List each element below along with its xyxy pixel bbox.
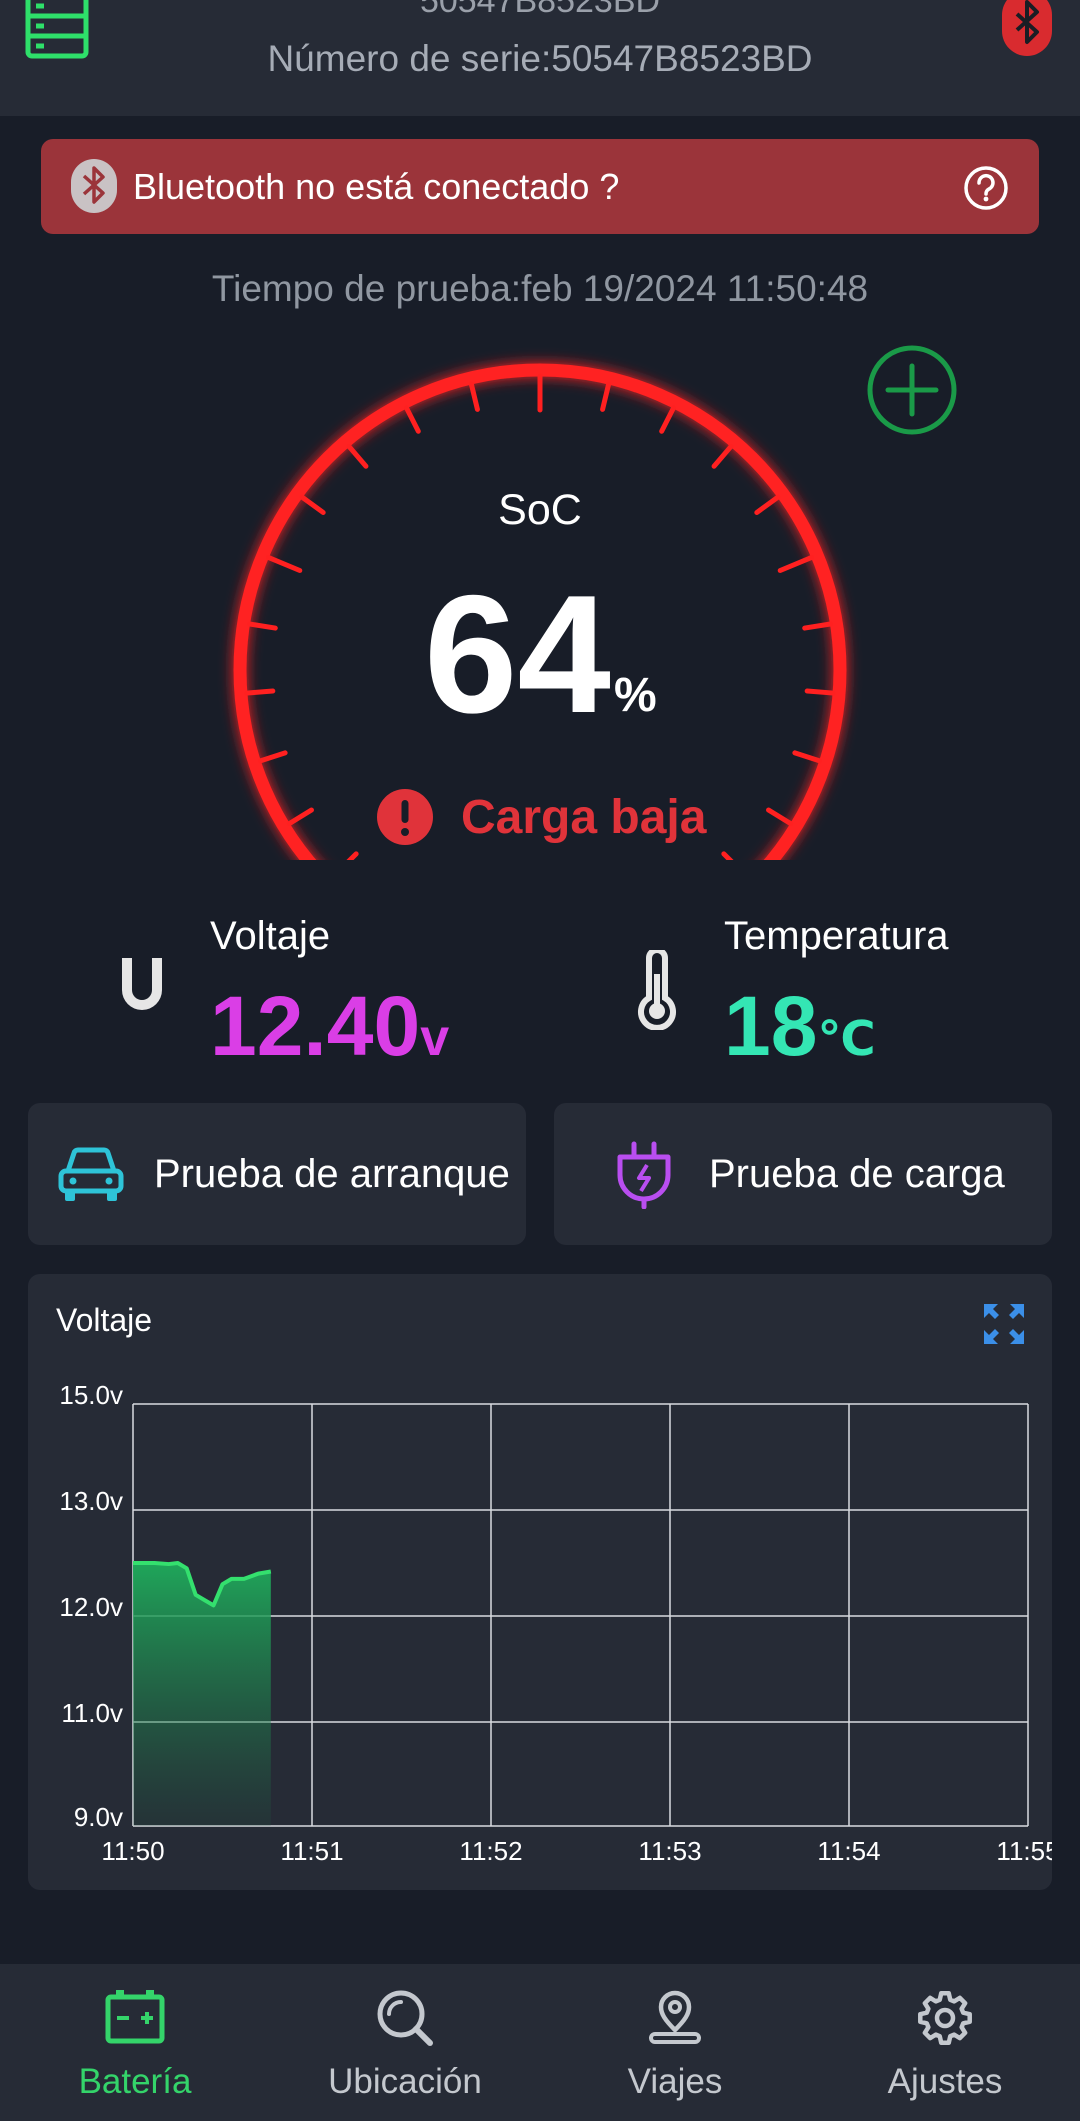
gauge-tick: [257, 750, 288, 764]
x-tick-label: 11:51: [280, 1836, 343, 1866]
temperature-number: 18: [724, 979, 818, 1073]
gauge-tick: [600, 381, 612, 412]
soc-status: Carga baja: [461, 791, 707, 844]
x-tick-label: 11:55: [996, 1836, 1052, 1866]
bluetooth-icon: [71, 159, 117, 213]
voltage-chart-card: 15.0v 13.0v 12.0v 11.0v 9.0v 11:50 11:51 11:52 1…: [28, 1274, 1052, 1890]
soc-unit: %: [614, 669, 657, 722]
bluetooth-icon[interactable]: [1000, 0, 1054, 58]
expand-icon[interactable]: [982, 1302, 1026, 1346]
x-tick-label: 11:50: [101, 1836, 164, 1866]
nav-location-label: Ubicación: [328, 2062, 482, 2101]
gauge-tick: [721, 851, 734, 860]
gauge-tick: [286, 807, 314, 827]
nav-settings-label: Ajustes: [887, 2062, 1003, 2101]
gauge-tick: [766, 807, 794, 827]
charge-test-button[interactable]: Prueba de carga: [554, 1103, 1052, 1245]
gear-icon: [918, 1991, 972, 2045]
help-icon[interactable]: [963, 165, 1009, 211]
voltage-icon: [122, 958, 162, 1010]
gauge-tick: [346, 851, 359, 860]
x-tick-label: 11:52: [459, 1836, 522, 1866]
test-time: Tiempo de prueba:feb 19/2024 11:50:48: [211, 268, 869, 309]
gauge-tick: [659, 405, 676, 434]
y-tick-label: 12.0v: [59, 1592, 123, 1622]
temperature-unit: ℃: [817, 1013, 876, 1066]
app-header: 50547B8523BD Número de serie:50547B8523B…: [0, 0, 1080, 116]
gauge-tick: [404, 405, 421, 434]
voltage-value: 12.40v: [210, 978, 449, 1075]
voltage-chart: 15.0v 13.0v 12.0v 11.0v 9.0v 11:50 11:51 11:52 1…: [59, 1380, 1052, 1866]
nav-settings[interactable]: Ajustes: [810, 1964, 1080, 2121]
voltage-unit: v: [420, 1009, 450, 1067]
y-tick-label: 15.0v: [59, 1380, 123, 1410]
device-name[interactable]: 50547B8523BD: [0, 0, 1080, 21]
voltage-number: 12.40: [210, 979, 421, 1073]
y-tick-label: 11.0v: [61, 1698, 123, 1728]
bottom-navigation: Batería Ubicación Viajes Ajustes: [0, 1964, 1080, 2121]
charge-test-label: Prueba de carga: [709, 1152, 1005, 1196]
voltage-label: Voltaje: [210, 914, 331, 958]
soc-label: SoC: [498, 486, 582, 534]
alert-icon: [377, 789, 433, 845]
soc-value: 64: [424, 560, 611, 748]
y-tick-label: 13.0v: [59, 1486, 123, 1516]
nav-trips[interactable]: Viajes: [540, 1964, 810, 2121]
y-tick-label: 9.0v: [74, 1802, 123, 1832]
nav-battery[interactable]: Batería: [0, 1964, 270, 2121]
x-tick-label: 11:53: [638, 1836, 701, 1866]
nav-location[interactable]: Ubicación: [270, 1964, 540, 2121]
voltage-area: [133, 1563, 271, 1826]
map-pin-icon: [649, 1990, 701, 2044]
car-icon: [58, 1147, 124, 1201]
gauge-tick: [468, 381, 480, 412]
temperature-value: 18℃: [724, 978, 876, 1075]
gauge-tick: [802, 621, 833, 631]
gauge-tick: [247, 621, 278, 631]
gauge-tick: [346, 443, 369, 469]
serial-number: Número de serie:50547B8523BD: [267, 38, 813, 79]
gauge-tick: [804, 688, 836, 696]
thermometer-icon: [638, 950, 676, 1030]
crank-test-label: Prueba de arranque: [154, 1152, 510, 1196]
battery-icon: [105, 1990, 165, 2044]
search-icon: [377, 1990, 433, 2046]
add-icon[interactable]: [866, 344, 958, 436]
gauge-tick: [711, 443, 734, 469]
plug-charge-icon: [617, 1141, 671, 1209]
gauge-tick: [244, 688, 276, 696]
nav-battery-label: Batería: [78, 2062, 192, 2101]
gauge-tick: [777, 554, 815, 574]
banner-text: Bluetooth no está conectado ?: [133, 166, 620, 207]
temperature-label: Temperatura: [724, 914, 949, 958]
gauge-tick: [792, 750, 823, 764]
nav-trips-label: Viajes: [627, 2062, 723, 2101]
gauge-tick: [265, 554, 303, 574]
crank-test-button[interactable]: Prueba de arranque: [28, 1103, 526, 1245]
x-tick-label: 11:54: [817, 1836, 880, 1866]
chart-title: Voltaje: [56, 1302, 153, 1338]
bluetooth-warning-banner[interactable]: Bluetooth no está conectado ?: [41, 139, 1039, 234]
